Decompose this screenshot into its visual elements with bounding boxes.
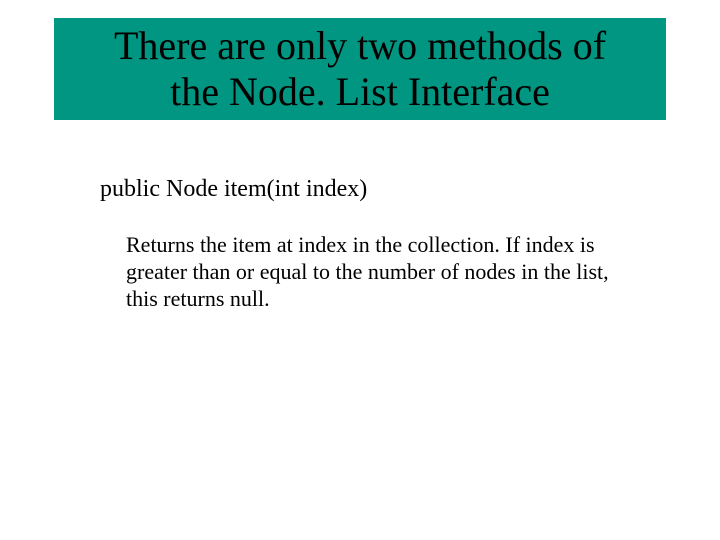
slide-title-line1: There are only two methods of [114,23,606,69]
slide-title-banner: There are only two methods of the Node. … [54,18,666,120]
method-description: Returns the item at index in the collect… [126,232,626,312]
slide-title-line2: the Node. List Interface [170,69,550,115]
method-signature: public Node item(int index) [100,176,367,203]
